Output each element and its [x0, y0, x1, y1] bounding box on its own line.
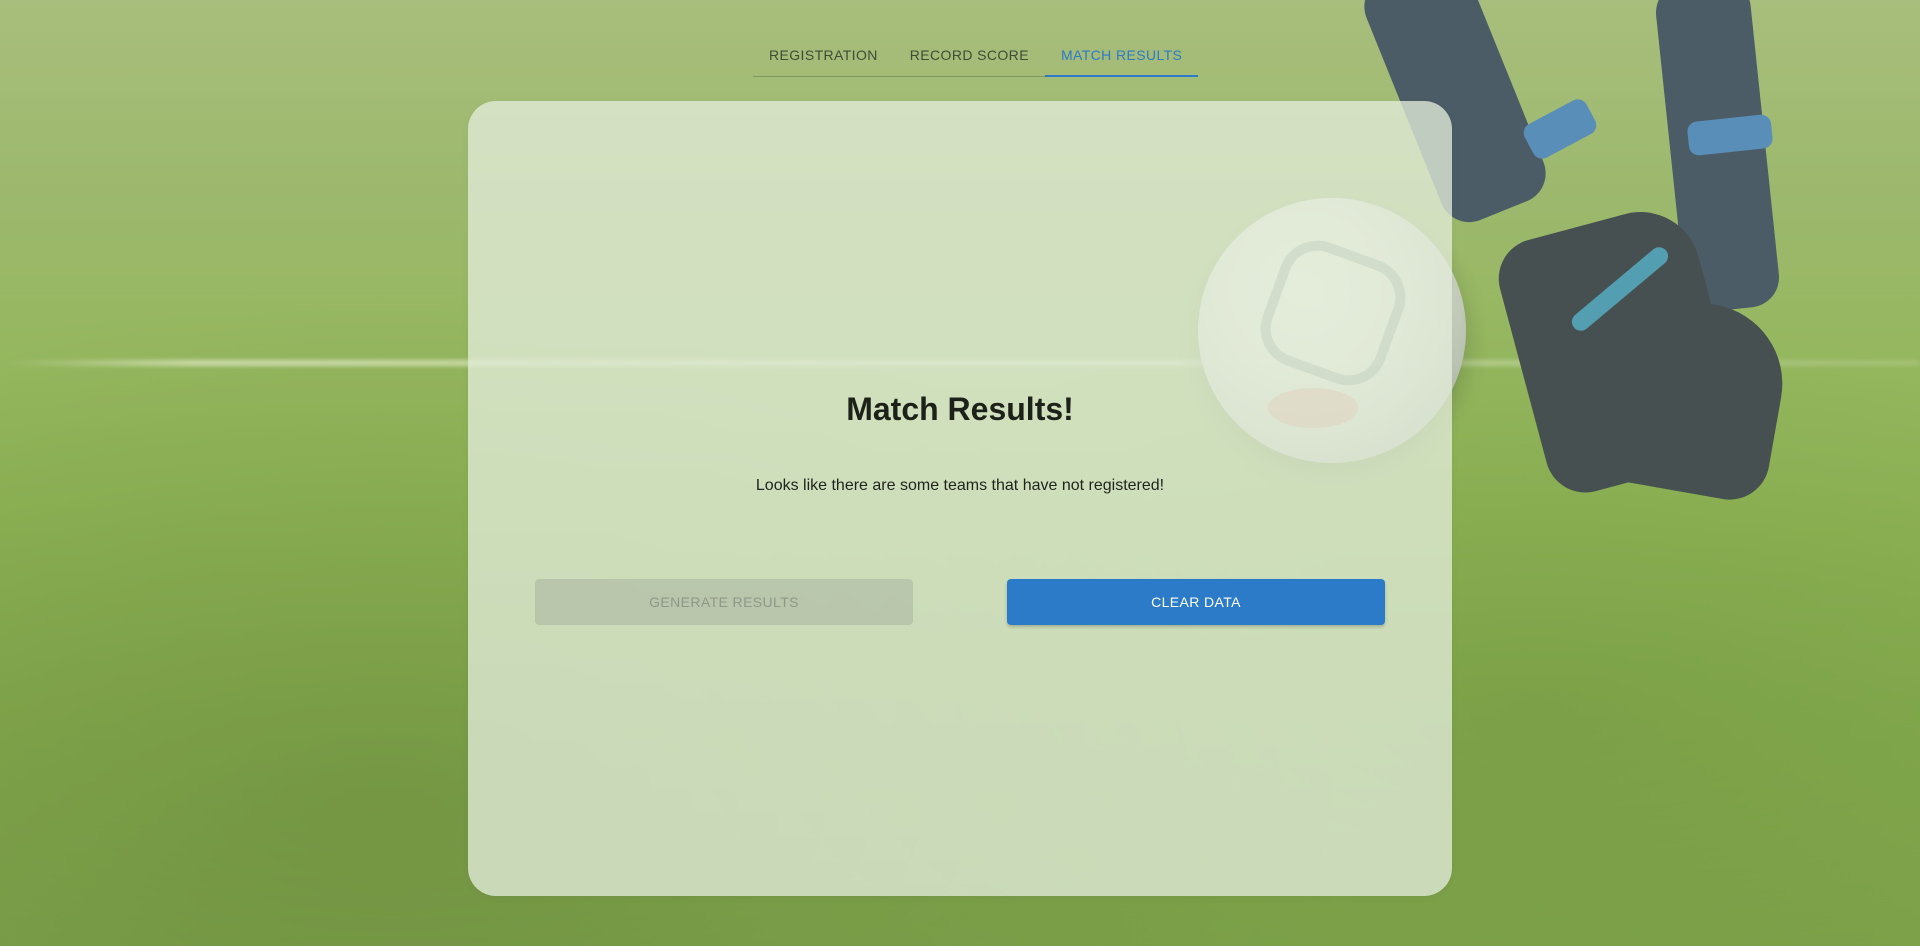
clear-data-button[interactable]: CLEAR DATA: [1007, 579, 1385, 625]
tab-bar: REGISTRATION RECORD SCORE MATCH RESULTS: [753, 33, 1199, 77]
tab-label: REGISTRATION: [769, 46, 878, 63]
page-title: Match Results!: [846, 391, 1074, 427]
tab-match-results[interactable]: MATCH RESULTS: [1044, 33, 1199, 77]
generate-results-button[interactable]: GENERATE RESULTS: [535, 579, 913, 625]
tab-label: MATCH RESULTS: [1060, 46, 1183, 63]
status-message: Looks like there are some teams that hav…: [755, 477, 1165, 494]
tab-registration[interactable]: REGISTRATION: [753, 33, 894, 76]
results-card: Match Results! Looks like there are some…: [468, 101, 1452, 896]
tab-record-score[interactable]: RECORD SCORE: [894, 33, 1045, 76]
tab-label: RECORD SCORE: [909, 46, 1029, 63]
